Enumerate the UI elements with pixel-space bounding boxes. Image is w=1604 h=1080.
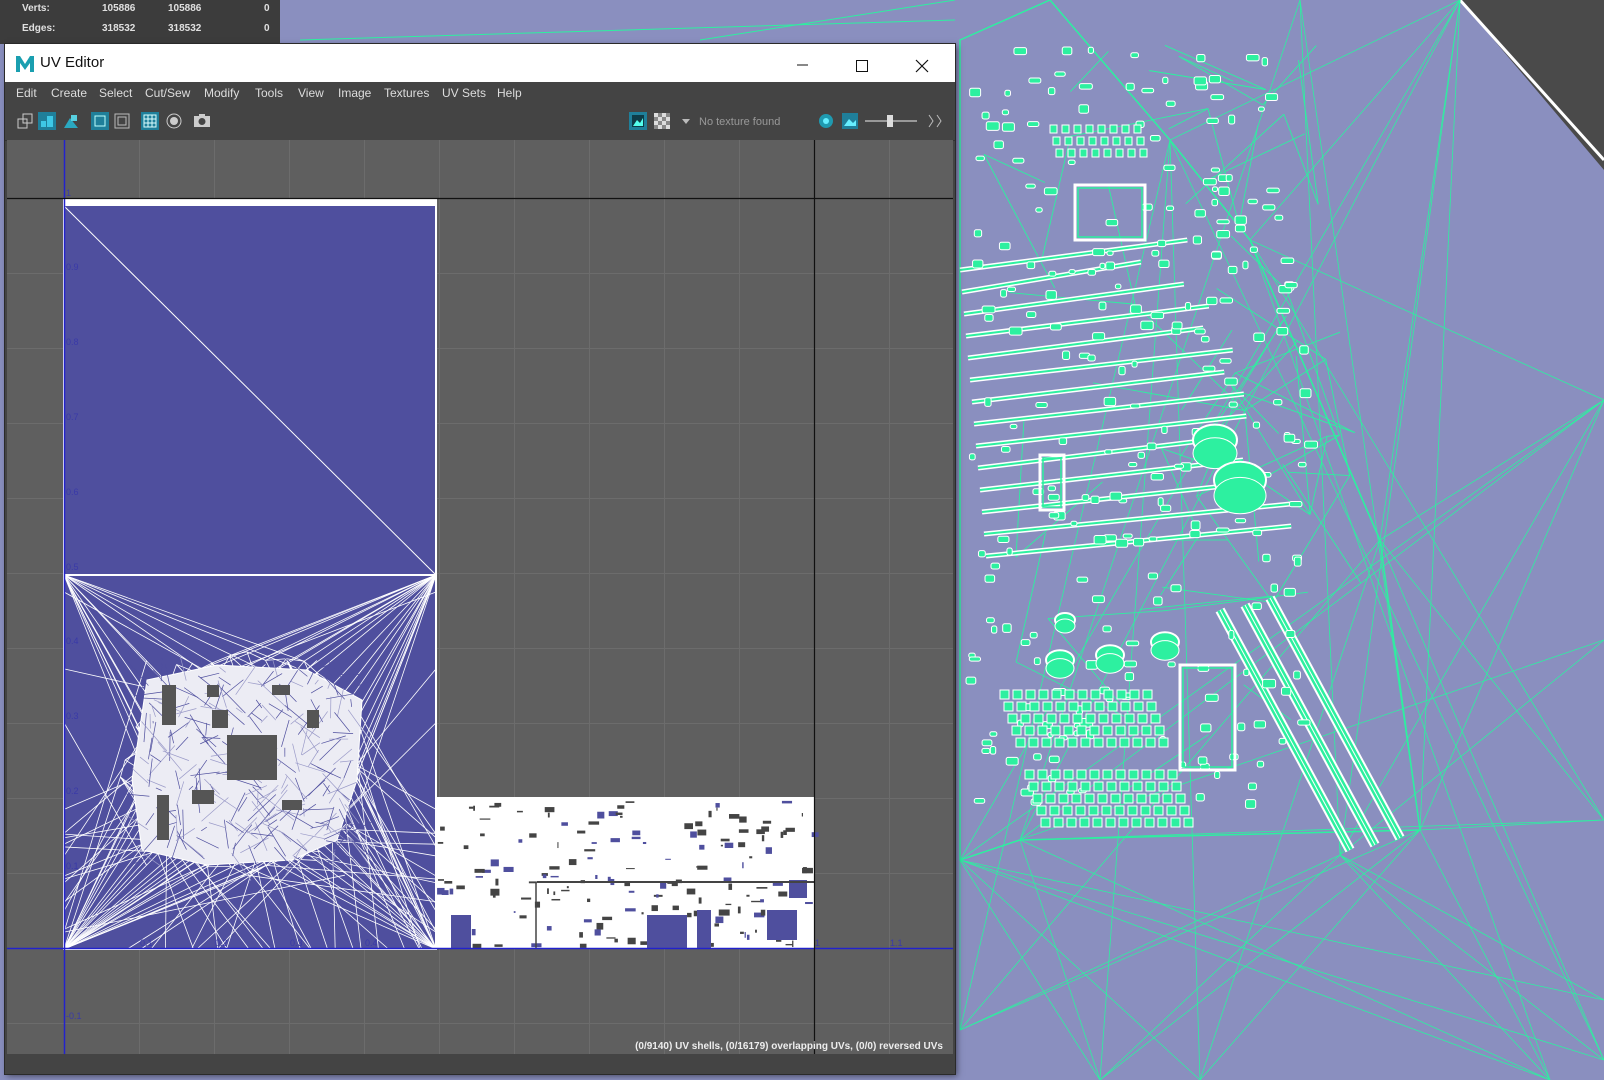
v-tick-label: 0.7 [66, 412, 79, 422]
window-title: UV Editor [40, 54, 105, 71]
menu-create[interactable]: Create [51, 86, 87, 100]
dropdown-arrow-icon[interactable] [677, 112, 695, 130]
u-tick-label: 0.4 [365, 938, 378, 948]
hud-value: 318532 [168, 23, 202, 34]
uv-canvas[interactable]: 1 0.9 0.8 0.7 0.6 0.5 0.4 0.3 0.2 0.1 -0.1 0.1 0.2 0.… [7, 140, 953, 1054]
v-tick-label: 1 [66, 188, 71, 198]
uv-editor-window[interactable]: UV Editor Edit Create Select Cut/Sew Mod… [5, 44, 955, 1074]
v-tick-label: 0.2 [66, 786, 79, 796]
minimize-icon [797, 64, 808, 66]
hud-value: 105886 [168, 3, 202, 14]
menu-tools[interactable]: Tools [255, 86, 283, 100]
menu-bar: Edit Create Select Cut/Sew Modify Tools … [5, 82, 955, 104]
uv-shell-upper[interactable] [63, 199, 437, 576]
display-image-icon[interactable] [629, 112, 647, 130]
maya-logo-icon [14, 53, 36, 75]
texture-status: No texture found [699, 116, 781, 128]
isolate-icon[interactable] [165, 112, 183, 130]
v-tick-label: 0.6 [66, 487, 79, 497]
u-tick-label: 0.2 [215, 938, 228, 948]
grid-toggle-icon[interactable] [141, 112, 159, 130]
minimize-button[interactable] [779, 48, 825, 78]
exposure-icon[interactable] [817, 112, 835, 130]
grid-view-icon[interactable] [16, 112, 34, 130]
maximize-icon [856, 60, 868, 72]
title-bar[interactable]: UV Editor [5, 44, 955, 82]
maximize-button[interactable] [839, 48, 885, 78]
slider-icon[interactable] [863, 112, 923, 130]
menu-image[interactable]: Image [338, 86, 371, 100]
snapshot-icon[interactable] [193, 112, 211, 130]
v-tick-label: -0.1 [66, 1011, 82, 1021]
v-tick-label: 0.5 [66, 562, 79, 572]
frame-all-icon[interactable] [113, 112, 131, 130]
uv-status-text: (0/9140) UV shells, (0/16179) overlappin… [635, 1041, 943, 1052]
collapse-icon[interactable] [925, 112, 943, 130]
v-tick-label: 0.8 [66, 337, 79, 347]
v-tick-label: 0.1 [66, 861, 79, 871]
v-tick-label: 0.9 [66, 262, 79, 272]
uv-layout-icon[interactable] [38, 112, 56, 130]
u-tick-label: 1.1 [890, 938, 903, 948]
hud-label: Verts: [22, 3, 50, 14]
image-icon[interactable] [841, 112, 859, 130]
hud-value: 105886 [102, 3, 136, 14]
v-tick-label: 0.3 [66, 711, 79, 721]
hud-label: Edges: [22, 23, 56, 34]
menu-select[interactable]: Select [99, 86, 132, 100]
u-tick-label: 1 [815, 938, 820, 948]
hud-value: 0 [264, 23, 270, 34]
v-tick-label: 0.4 [66, 636, 79, 646]
shaded-uv-icon[interactable] [62, 112, 80, 130]
uv-grid: 1 0.9 0.8 0.7 0.6 0.5 0.4 0.3 0.2 0.1 -0.1 0.1 0.2 0.… [7, 140, 953, 1054]
close-button[interactable] [899, 48, 945, 78]
u-tick-label: 0.1 [140, 938, 153, 948]
menu-uv-sets[interactable]: UV Sets [442, 86, 486, 100]
hud-value: 318532 [102, 23, 136, 34]
close-icon [915, 59, 929, 73]
uv-shell-components[interactable] [436, 797, 814, 949]
u-tick-label: 0.3 [290, 938, 303, 948]
menu-help[interactable]: Help [497, 86, 522, 100]
frame-icon[interactable] [91, 112, 109, 130]
menu-cut-sew[interactable]: Cut/Sew [145, 86, 190, 100]
poly-count-hud: Verts: 105886 105886 0 Edges: 318532 318… [0, 0, 280, 44]
checker-icon[interactable] [653, 112, 671, 130]
menu-edit[interactable]: Edit [16, 86, 37, 100]
menu-view[interactable]: View [298, 86, 324, 100]
hud-value: 0 [264, 3, 270, 14]
menu-modify[interactable]: Modify [204, 86, 239, 100]
uv-toolbar: No texture found [5, 104, 955, 141]
menu-textures[interactable]: Textures [384, 86, 429, 100]
